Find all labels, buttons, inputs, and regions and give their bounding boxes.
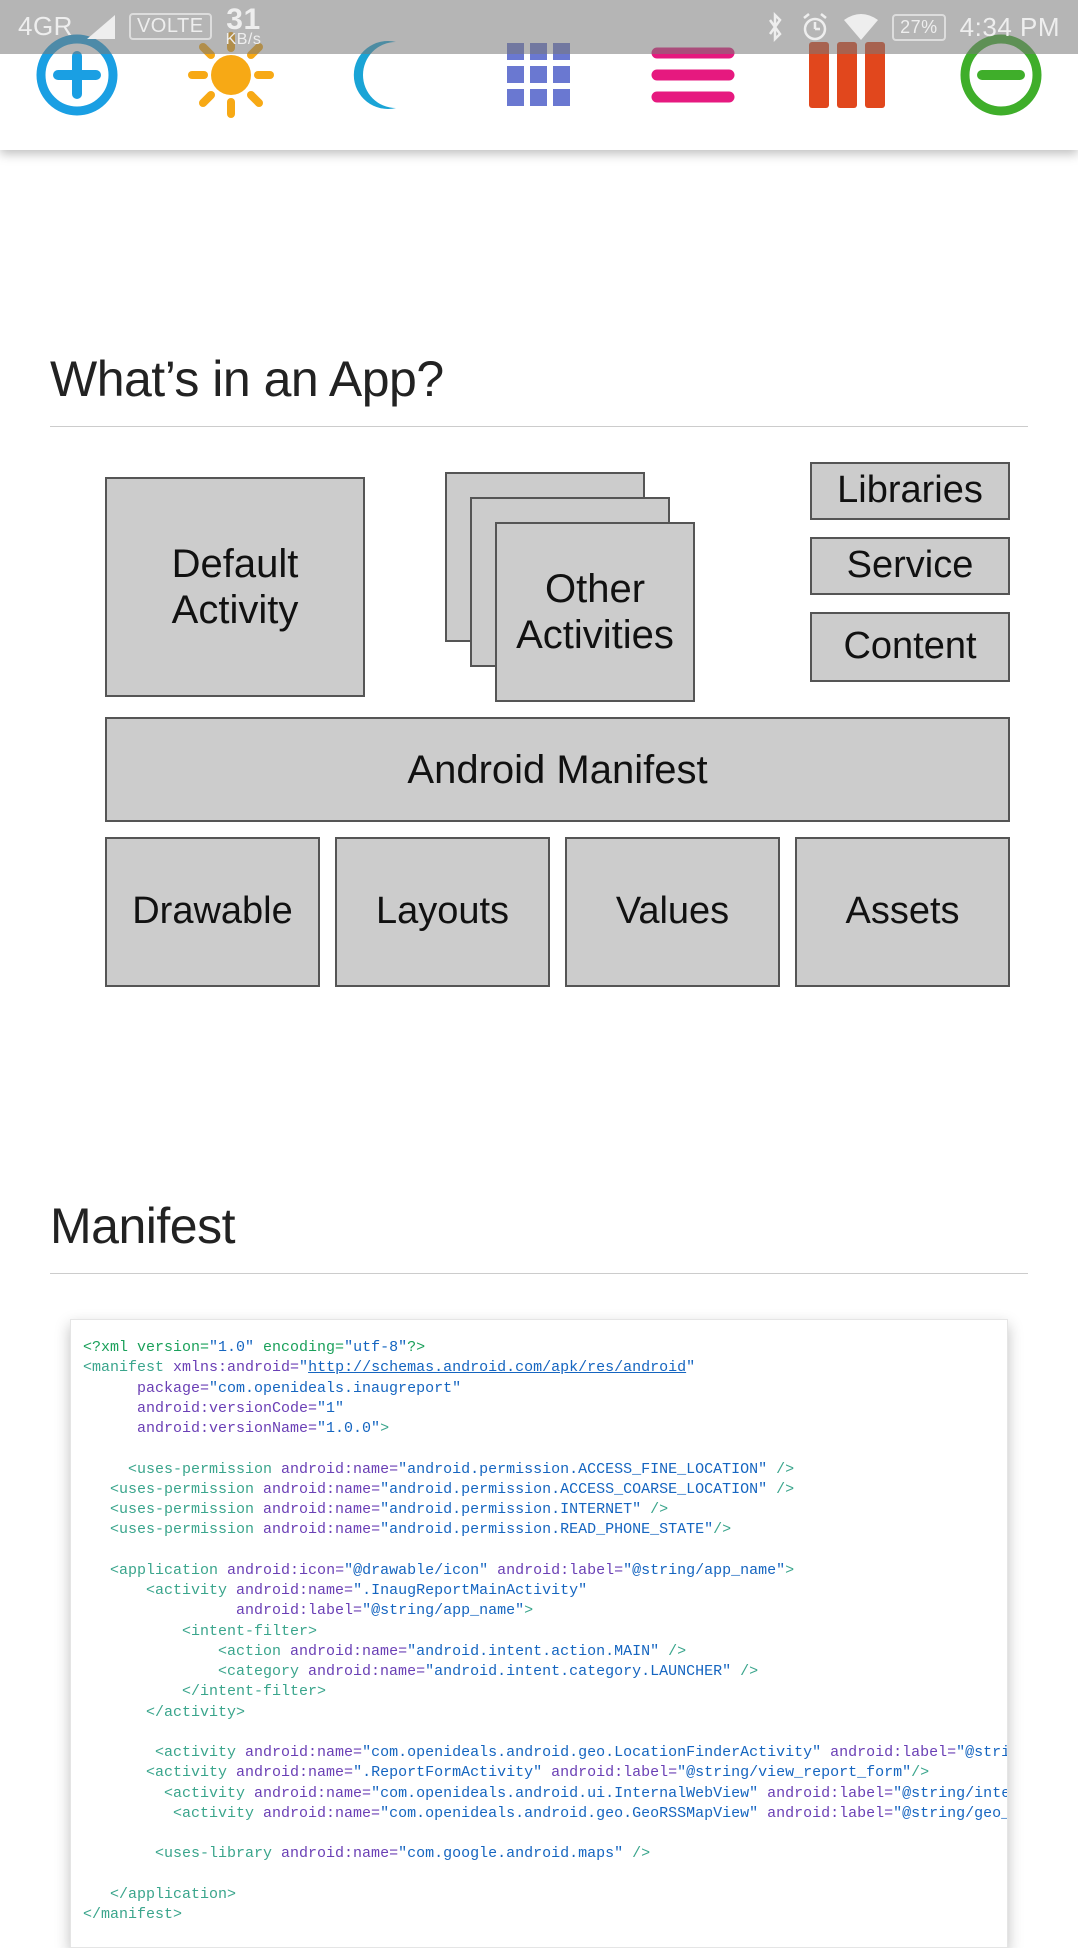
section-title-manifest: Manifest	[50, 1197, 1028, 1274]
speed-value: 31	[226, 6, 260, 33]
box-other-activities: Other Activities	[495, 522, 695, 702]
clock: 4:34 PM	[960, 12, 1060, 43]
box-layouts: Layouts	[335, 837, 550, 987]
manifest-code-block: <?xml version="1.0" encoding="utf-8"?> <…	[70, 1319, 1008, 1948]
statusbar-right: 27% 4:34 PM	[764, 12, 1060, 43]
network-label: 4GR	[18, 11, 73, 42]
alarm-icon	[800, 12, 830, 42]
box-libraries: Libraries	[810, 462, 1010, 520]
app-diagram: Default Activity Other Activities Librar…	[70, 477, 1008, 997]
wifi-icon	[844, 14, 878, 40]
box-values: Values	[565, 837, 780, 987]
box-android-manifest: Android Manifest	[105, 717, 1010, 822]
speed-unit: KB/s	[226, 33, 262, 47]
box-default-activity: Default Activity	[105, 477, 365, 697]
android-statusbar: 4GR VOLTE 31 KB/s 27% 4:34 PM	[0, 0, 1078, 54]
volte-badge: VOLTE	[129, 13, 212, 40]
section-title-app: What’s in an App?	[50, 350, 1028, 427]
box-drawable: Drawable	[105, 837, 320, 987]
box-content: Content	[810, 612, 1010, 682]
speed-indicator: 31 KB/s	[226, 6, 262, 47]
box-service: Service	[810, 537, 1010, 595]
signal-icon	[87, 15, 115, 39]
battery-indicator: 27%	[892, 14, 946, 41]
box-assets: Assets	[795, 837, 1010, 987]
bluetooth-icon	[764, 12, 786, 42]
statusbar-left: 4GR VOLTE 31 KB/s	[18, 6, 261, 47]
page-content: What’s in an App? Default Activity Other…	[0, 350, 1078, 1948]
